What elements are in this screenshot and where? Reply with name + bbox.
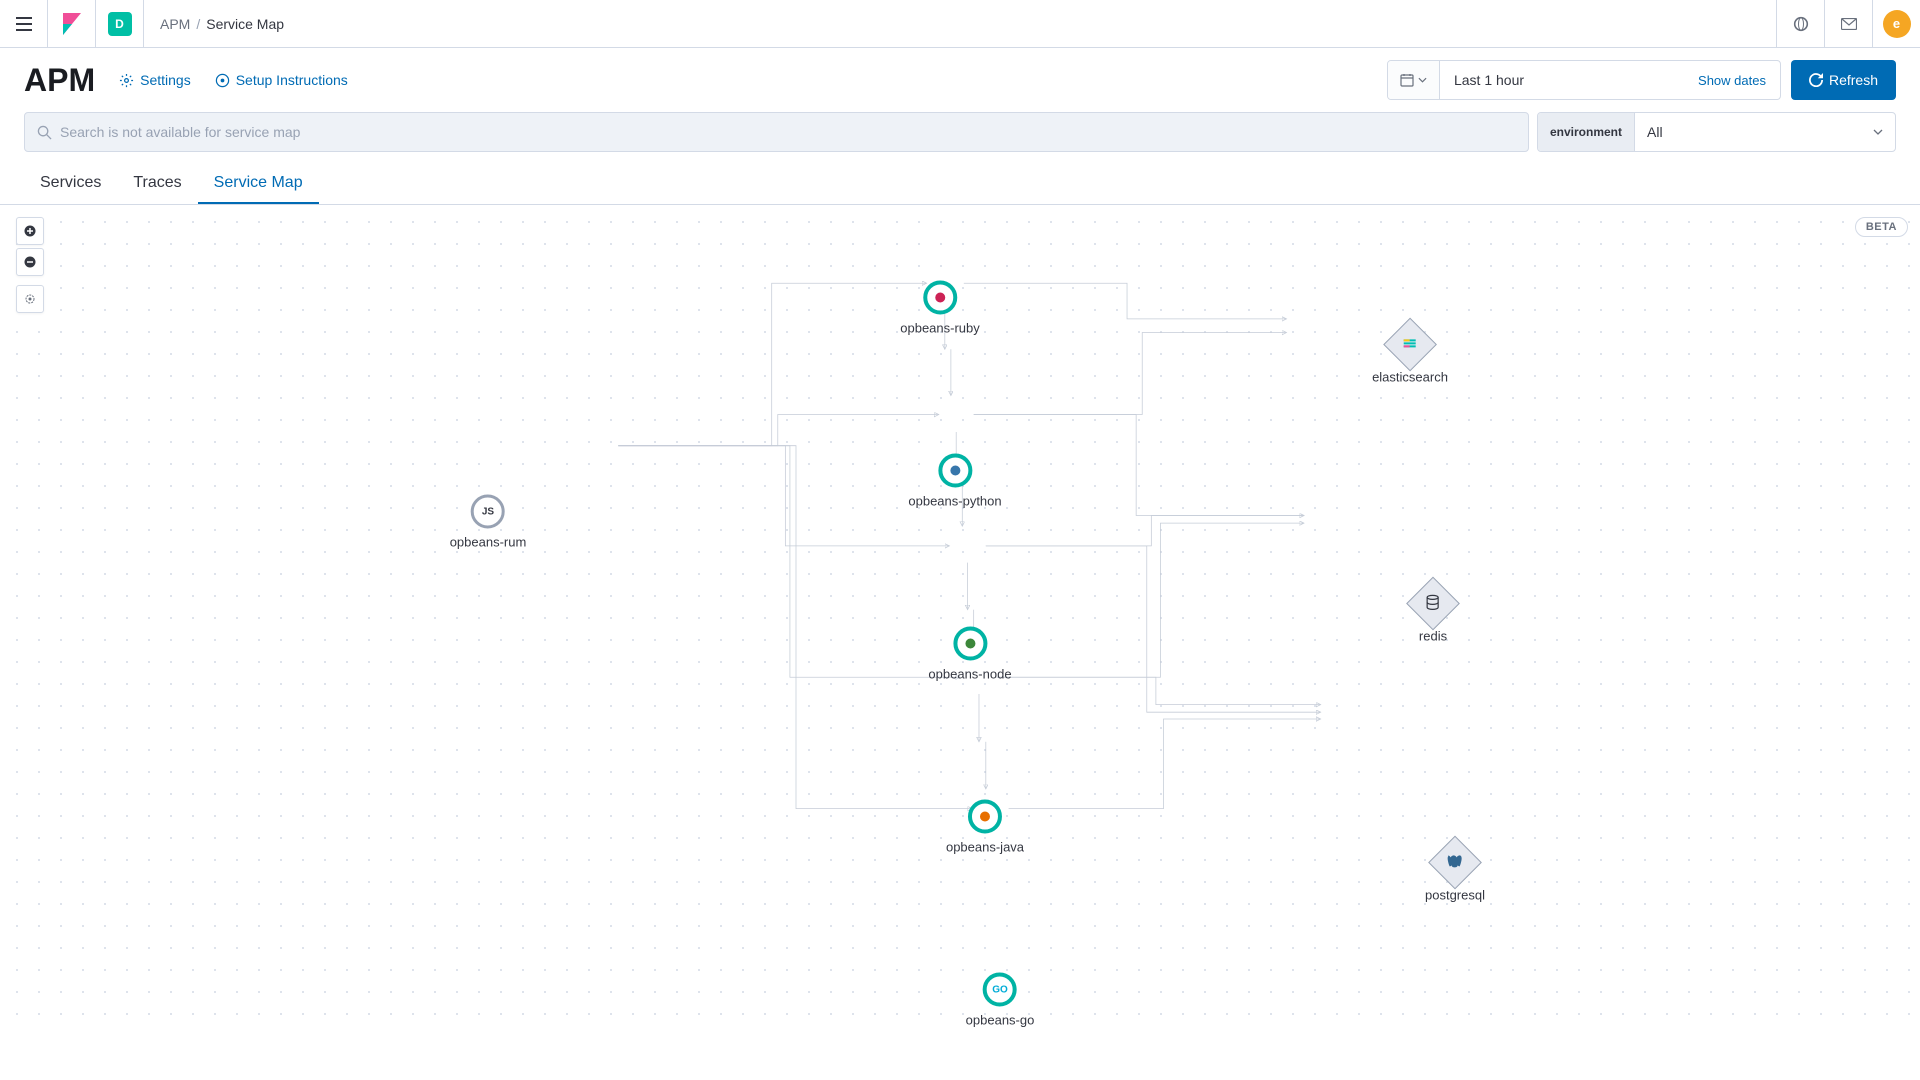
diamond-icon [1391,326,1429,364]
setup-icon [215,73,230,88]
nav-menu-button[interactable] [0,0,48,48]
node-label: opbeans-java [946,840,1024,855]
setup-label: Setup Instructions [236,72,348,88]
node-label: redis [1419,629,1447,644]
breadcrumb-separator: / [196,16,200,32]
user-avatar: e [1883,10,1911,38]
page-title: APM [24,62,95,99]
map-controls [16,217,44,316]
service-icon [923,281,957,315]
settings-link[interactable]: Settings [119,72,191,88]
node-node[interactable]: opbeans-node [928,627,1011,682]
service-icon [953,627,987,661]
refresh-button[interactable]: Refresh [1791,60,1896,100]
page-header: APM Settings Setup Instructions Last 1 h… [0,48,1920,112]
show-dates-link[interactable]: Show dates [1698,73,1766,88]
crosshair-icon [23,292,37,306]
node-label: opbeans-node [928,667,1011,682]
breadcrumb-root[interactable]: APM [160,16,190,32]
refresh-label: Refresh [1829,72,1878,88]
kibana-logo[interactable] [48,0,96,48]
gear-icon [119,73,134,88]
service-icon [968,800,1002,834]
date-range-text: Last 1 hour [1454,72,1524,88]
diamond-icon [1436,844,1474,882]
minus-icon [24,256,36,268]
search-icon [37,125,52,140]
refresh-icon [1809,73,1823,87]
calendar-icon [1400,73,1414,87]
node-python[interactable]: opbeans-python [908,454,1001,509]
newsfeed-icon [1793,16,1809,32]
service-map-canvas[interactable]: BETA JS opbeans-rum opbeans-ruby opbeans-py… [0,205,1920,1025]
node-go[interactable]: GO opbeans-go [966,973,1035,1028]
service-icon: GO [983,973,1017,1007]
breadcrumb-current: Service Map [206,16,284,32]
search-row: Search is not available for service map … [0,112,1920,164]
search-placeholder: Search is not available for service map [60,124,300,140]
beta-badge: BETA [1855,217,1908,237]
node-label: opbeans-ruby [900,321,980,336]
fit-view-button[interactable] [16,285,44,313]
zoom-out-button[interactable] [16,248,44,276]
setup-link[interactable]: Setup Instructions [215,72,348,88]
environment-label: environment [1538,113,1635,151]
date-range[interactable]: Last 1 hour Show dates [1440,61,1780,99]
date-picker-calendar-button[interactable] [1388,61,1440,99]
node-label: opbeans-rum [450,535,527,550]
zoom-in-button[interactable] [16,217,44,245]
tab-services[interactable]: Services [24,164,117,204]
node-label: elasticsearch [1372,370,1448,385]
node-java[interactable]: opbeans-java [946,800,1024,855]
chevron-down-icon [1873,129,1883,135]
diamond-icon [1414,585,1452,623]
node-rum[interactable]: JS opbeans-rum [450,495,527,550]
top-nav-left: D APM / Service Map [0,0,300,47]
node-label: opbeans-python [908,494,1001,509]
tabs: Services Traces Service Map [0,164,1920,205]
hamburger-icon [16,17,32,31]
space-badge: D [108,12,132,36]
node-label: postgresql [1425,888,1485,903]
newsfeed-button[interactable] [1776,0,1824,48]
node-postgresql[interactable]: postgresql [1425,844,1485,903]
mail-button[interactable] [1824,0,1872,48]
breadcrumbs: APM / Service Map [144,16,300,32]
top-nav: D APM / Service Map e [0,0,1920,48]
mail-icon [1841,18,1857,30]
environment-filter: environment All [1537,112,1896,152]
plus-icon [24,225,36,237]
search-input-disabled: Search is not available for service map [24,112,1529,152]
environment-select[interactable]: All [1635,113,1895,151]
service-icon [938,454,972,488]
user-menu[interactable]: e [1872,0,1920,48]
environment-value: All [1647,124,1663,140]
date-picker: Last 1 hour Show dates [1387,60,1781,100]
kibana-logo-icon [63,13,81,35]
chevron-down-icon [1418,77,1427,83]
header-right: Last 1 hour Show dates Refresh [1387,60,1896,100]
node-label: opbeans-go [966,1013,1035,1028]
node-ruby[interactable]: opbeans-ruby [900,281,980,336]
node-elasticsearch[interactable]: elasticsearch [1372,326,1448,385]
settings-label: Settings [140,72,191,88]
tab-service-map[interactable]: Service Map [198,164,319,204]
space-selector[interactable]: D [96,0,144,48]
tab-traces[interactable]: Traces [117,164,197,204]
top-nav-right: e [1776,0,1920,47]
node-redis[interactable]: redis [1414,585,1452,644]
service-icon: JS [471,495,505,529]
